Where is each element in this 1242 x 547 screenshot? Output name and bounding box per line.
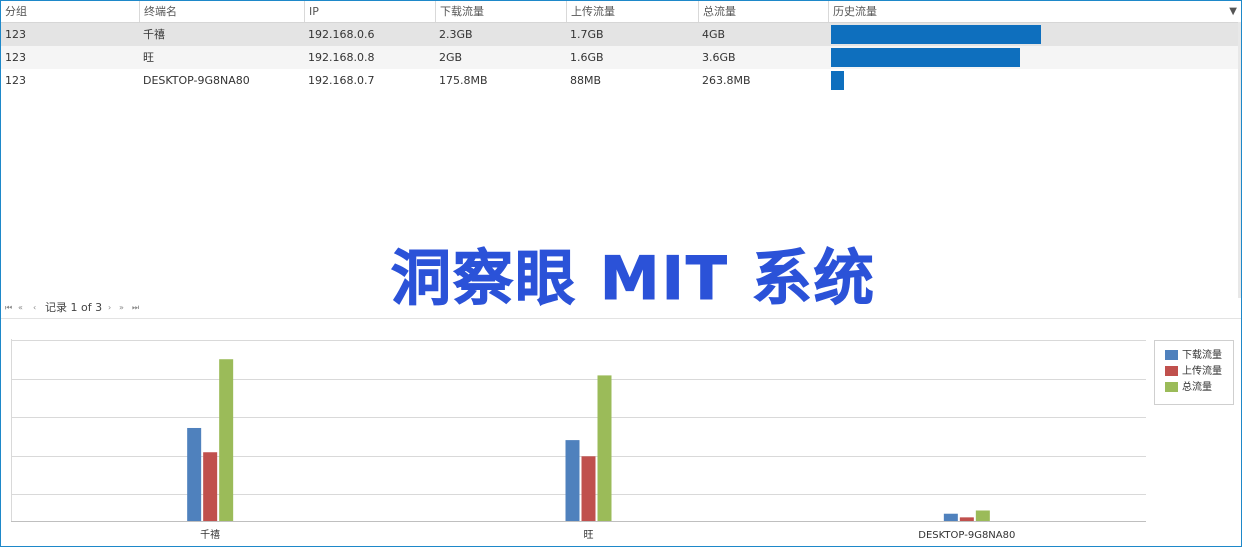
column-header-upload[interactable]: 上传流量 [566, 1, 698, 22]
table-row[interactable]: 123 千禧 192.168.0.6 2.3GB 1.7GB 4GB [1, 23, 1241, 46]
column-header-terminal-name[interactable]: 终端名 [139, 1, 304, 22]
cell-download: 175.8MB [439, 74, 488, 87]
prev-record-button[interactable]: ‹ [33, 298, 36, 318]
cell-terminal-name: DESKTOP-9G8NA80 [143, 74, 250, 87]
bar-2-1 [959, 517, 974, 521]
table-row[interactable]: 123 DESKTOP-9G8NA80 192.168.0.7 175.8MB … [1, 69, 1241, 92]
history-bar [831, 71, 844, 90]
legend-label-download: 下载流量 [1182, 350, 1222, 361]
cell-ip: 192.168.0.7 [308, 74, 375, 87]
last-page-button[interactable]: ⏭ [132, 298, 139, 318]
column-header-total[interactable]: 总流量 [698, 1, 828, 22]
cell-total: 3.6GB [702, 51, 736, 64]
legend-item-upload: 上传流量 [1165, 365, 1222, 379]
legend-label-total: 总流量 [1182, 382, 1212, 393]
x-tick-label: 千禧 [200, 528, 220, 541]
traffic-bar-chart: 千禧 旺 DESKTOP-9G8NA80 [11, 339, 1146, 541]
bar-1-2 [597, 375, 612, 521]
chevron-down-icon[interactable]: ▼ [1229, 1, 1237, 22]
cell-total: 4GB [702, 28, 726, 41]
cell-download: 2GB [439, 51, 463, 64]
cell-terminal-name: 旺 [143, 51, 154, 64]
column-header-download[interactable]: 下载流量 [435, 1, 566, 22]
column-header-history[interactable]: 历史流量 [828, 1, 1228, 22]
bar-2-0 [943, 513, 958, 521]
first-page-button[interactable]: ⏮ [5, 298, 12, 318]
cell-group: 123 [5, 74, 26, 87]
cell-upload: 1.7GB [570, 28, 604, 41]
record-counter: 记录 1 of 3 [45, 301, 103, 314]
history-bar [831, 48, 1020, 67]
grid-scrollbar[interactable] [1238, 22, 1241, 298]
cell-ip: 192.168.0.8 [308, 51, 375, 64]
legend-swatch-download [1165, 350, 1178, 360]
prev-page-button[interactable]: « [18, 298, 23, 318]
cell-upload: 1.6GB [570, 51, 604, 64]
cell-upload: 88MB [570, 74, 602, 87]
table-row[interactable]: 123 旺 192.168.0.8 2GB 1.6GB 3.6GB [1, 46, 1241, 69]
column-header-ip[interactable]: IP [304, 1, 435, 22]
legend-item-total: 总流量 [1165, 381, 1212, 395]
cell-total: 263.8MB [702, 74, 751, 87]
chart-legend: 下载流量 上传流量 总流量 [1154, 340, 1234, 405]
legend-swatch-upload [1165, 366, 1178, 376]
x-tick-label: DESKTOP-9G8NA80 [918, 530, 1015, 541]
legend-item-download: 下载流量 [1165, 349, 1222, 363]
bar-0-0 [187, 427, 202, 521]
legend-label-upload: 上传流量 [1182, 366, 1222, 377]
pager: ⏮ « ‹ 记录 1 of 3 › » ⏭ [1, 298, 1241, 319]
next-record-button[interactable]: › [108, 298, 111, 318]
bar-1-0 [565, 440, 580, 521]
x-tick-label: 旺 [584, 530, 594, 541]
bar-0-2 [219, 359, 234, 521]
app-window: 分组 终端名 IP 下载流量 上传流量 总流量 历史流量 ▼ 123 千禧 19… [0, 0, 1242, 547]
legend-swatch-total [1165, 382, 1178, 392]
bar-1-1 [581, 456, 596, 521]
cell-group: 123 [5, 28, 26, 41]
grid-header: 分组 终端名 IP 下载流量 上传流量 总流量 历史流量 ▼ [1, 1, 1241, 23]
bar-2-2 [975, 510, 990, 521]
next-page-button[interactable]: » [119, 298, 124, 318]
bar-0-1 [203, 452, 218, 521]
cell-download: 2.3GB [439, 28, 473, 41]
cell-terminal-name: 千禧 [143, 28, 165, 41]
cell-ip: 192.168.0.6 [308, 28, 375, 41]
column-header-group[interactable]: 分组 [1, 1, 139, 22]
cell-group: 123 [5, 51, 26, 64]
history-bar [831, 25, 1041, 44]
